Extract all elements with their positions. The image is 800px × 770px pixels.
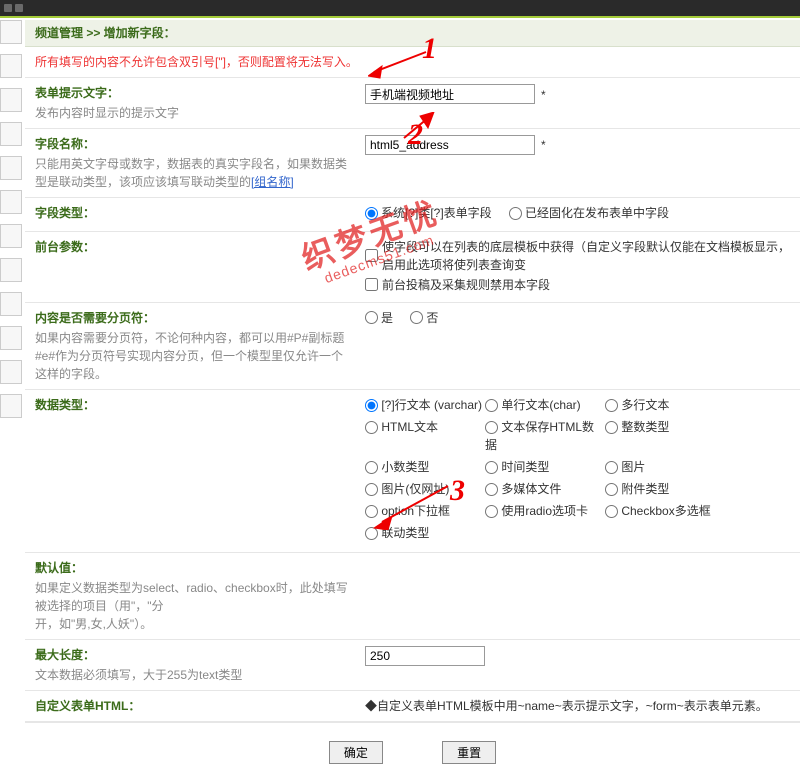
html-label: 自定义表单HTML： — [35, 697, 355, 715]
sidebar-item[interactable] — [0, 54, 22, 78]
dtype-opt[interactable]: 小数类型 — [365, 458, 485, 476]
dtype-opt[interactable]: 文本保存HTML数据 — [485, 418, 605, 454]
breadcrumb: 频道管理 >> 增加新字段： — [25, 20, 800, 47]
type-radio-fixed[interactable]: 已经固化在发布表单中字段 — [509, 204, 669, 222]
dtype-opt[interactable]: 时间类型 — [485, 458, 605, 476]
dtype-opt[interactable]: 图片(仅网址) — [365, 480, 485, 498]
window-btn[interactable] — [15, 4, 23, 12]
prompt-label: 表单提示文字： — [35, 84, 355, 102]
dtype-opt[interactable]: [?]行文本 (varchar) — [365, 396, 485, 414]
html-desc: ◆自定义表单HTML模板中用~name~表示提示文字，~form~表示表单元素。 — [365, 697, 790, 715]
dtype-opt[interactable]: 联动类型 — [365, 524, 485, 542]
sidebar-item[interactable] — [0, 360, 22, 384]
reset-button[interactable]: 重置 — [442, 741, 496, 764]
maxlen-label: 最大长度： — [35, 646, 355, 664]
window-btn[interactable] — [4, 4, 12, 12]
sidebar-item[interactable] — [0, 122, 22, 146]
sidebar-item[interactable] — [0, 156, 22, 180]
main-panel: 频道管理 >> 增加新字段： 所有填写的内容不允许包含双引号["]，否则配置将无… — [25, 20, 800, 770]
group-link[interactable]: [组名称] — [251, 175, 294, 189]
dtype-opt[interactable]: option下拉框 — [365, 502, 485, 520]
dtype-opt[interactable]: Checkbox多选框 — [605, 502, 725, 520]
type-label: 字段类型： — [35, 204, 355, 222]
page-no[interactable]: 否 — [410, 309, 438, 327]
dtype-opt[interactable]: HTML文本 — [365, 418, 485, 454]
prompt-input[interactable] — [365, 84, 535, 104]
page-label: 内容是否需要分页符： — [35, 309, 355, 327]
required-star: * — [541, 88, 546, 102]
page-desc: 如果内容需要分页符，不论何种内容，都可以用#P#副标题#e#作为分页符号实现内容… — [35, 329, 355, 383]
default-label: 默认值： — [35, 559, 355, 577]
sidebar-item[interactable] — [0, 326, 22, 350]
frontend-label: 前台参数： — [35, 238, 355, 256]
ok-button[interactable]: 确定 — [329, 741, 383, 764]
dtype-opt[interactable]: 图片 — [605, 458, 725, 476]
dtype-opt[interactable]: 使用radio选项卡 — [485, 502, 605, 520]
frontend-desc1: 使字段可以在列表的底层模板中获得（自定义字段默认仅能在文档模板显示，启用此选项将… — [382, 238, 790, 274]
required-star: * — [541, 138, 546, 152]
titlebar — [0, 0, 800, 18]
sidebar-item[interactable] — [0, 20, 22, 44]
dtype-opt[interactable]: 附件类型 — [605, 480, 725, 498]
sidebar-item[interactable] — [0, 292, 22, 316]
sidebar-item[interactable] — [0, 394, 22, 418]
sidebar-item[interactable] — [0, 258, 22, 282]
name-label: 字段名称： — [35, 135, 355, 153]
maxlen-desc: 文本数据必须填写，大于255为text类型 — [35, 666, 355, 684]
maxlen-input[interactable] — [365, 646, 485, 666]
prompt-desc: 发布内容时显示的提示文字 — [35, 104, 355, 122]
type-radio-system[interactable]: 系统[?]类[?]表单字段 — [365, 204, 492, 222]
sidebar-item[interactable] — [0, 224, 22, 248]
dtype-opt[interactable]: 多媒体文件 — [485, 480, 605, 498]
dtype-opt[interactable]: 单行文本(char) — [485, 396, 605, 414]
frontend-check2[interactable] — [365, 278, 378, 291]
page-yes[interactable]: 是 — [365, 309, 393, 327]
dtype-options: [?]行文本 (varchar) 单行文本(char) 多行文本 HTML文本 … — [365, 396, 790, 546]
warning-text: 所有填写的内容不允许包含双引号["]，否则配置将无法写入。 — [25, 47, 800, 78]
dtype-label: 数据类型： — [35, 396, 355, 414]
frontend-desc2: 前台投稿及采集规则禁用本字段 — [382, 276, 550, 294]
dtype-opt[interactable]: 整数类型 — [605, 418, 725, 454]
name-desc: 只能用英文字母或数字，数据表的真实字段名，如果数据类型是联动类型，该项应该填写联… — [35, 155, 355, 191]
default-desc: 如果定义数据类型为select、radio、checkbox时，此处填写被选择的… — [35, 579, 355, 633]
name-input[interactable] — [365, 135, 535, 155]
sidebar-item[interactable] — [0, 190, 22, 214]
dtype-opt[interactable]: 多行文本 — [605, 396, 725, 414]
frontend-check1[interactable] — [365, 249, 378, 262]
sidebar-fragment — [0, 20, 22, 555]
sidebar-item[interactable] — [0, 88, 22, 112]
